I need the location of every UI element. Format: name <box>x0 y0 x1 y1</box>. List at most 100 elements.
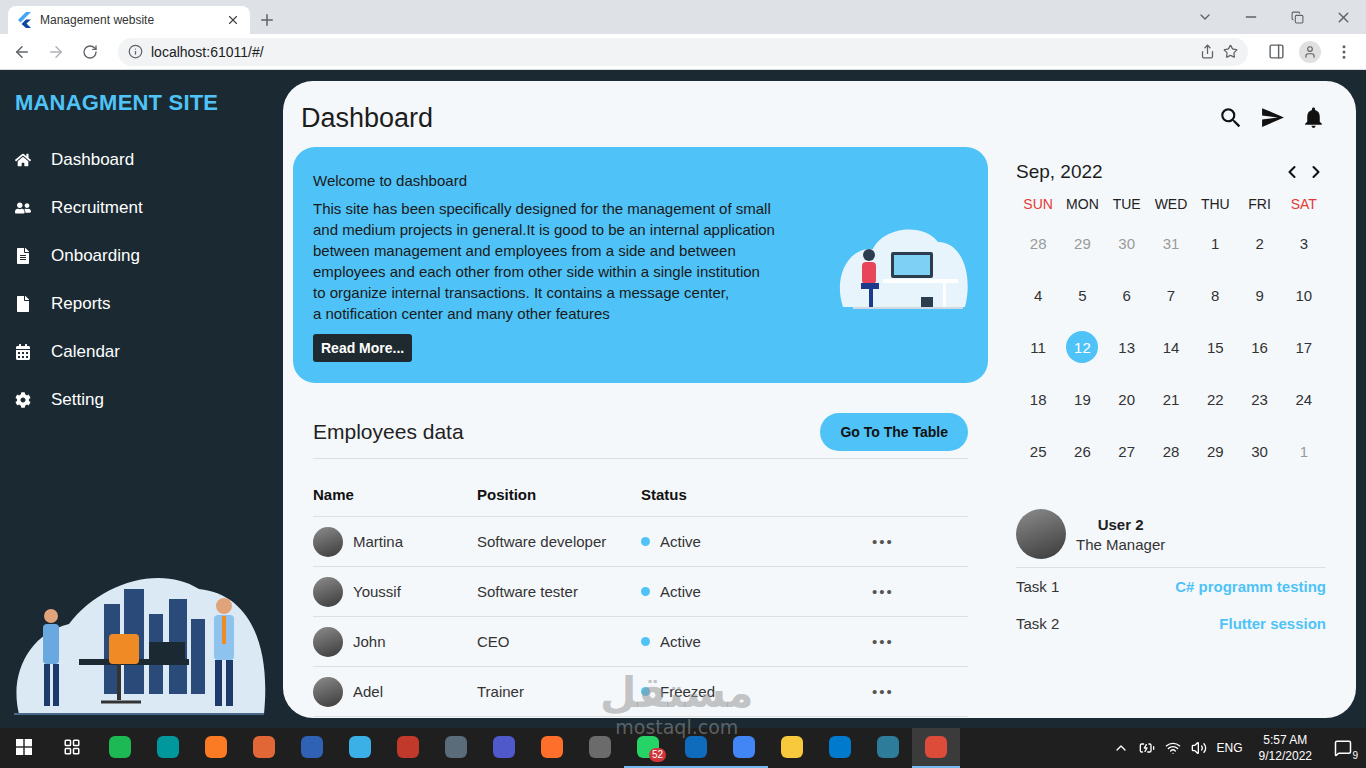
calendar-day[interactable]: 25 <box>1016 425 1060 477</box>
calendar-day[interactable]: 24 <box>1282 373 1326 425</box>
calendar-day[interactable]: 19 <box>1060 373 1104 425</box>
profile-button[interactable] <box>1296 38 1324 66</box>
clock[interactable]: 5:57 AM9/12/2022 <box>1253 732 1318 764</box>
language-indicator[interactable]: ENG <box>1217 741 1243 755</box>
taskbar-app[interactable] <box>96 728 144 768</box>
calendar-day[interactable]: 16 <box>1237 321 1281 373</box>
row-menu-button[interactable]: ••• <box>872 683 968 700</box>
calendar-day[interactable]: 10 <box>1282 269 1326 321</box>
battery-icon[interactable] <box>1139 740 1155 756</box>
calendar-day[interactable]: 7 <box>1149 269 1193 321</box>
send-icon[interactable] <box>1260 105 1285 130</box>
side-panel-button[interactable] <box>1262 38 1290 66</box>
sidebar-item[interactable]: Calendar <box>15 328 283 376</box>
row-menu-button[interactable]: ••• <box>872 533 968 550</box>
taskbar-app[interactable] <box>816 728 864 768</box>
menu-button[interactable] <box>1330 38 1358 66</box>
calendar-day[interactable]: 6 <box>1105 269 1149 321</box>
new-tab-button[interactable] <box>250 6 284 34</box>
calendar-day[interactable]: 11 <box>1016 321 1060 373</box>
sidebar-item[interactable]: Dashboard <box>15 136 283 184</box>
calendar-day[interactable]: 29 <box>1193 425 1237 477</box>
taskbar-app[interactable] <box>144 728 192 768</box>
taskbar-app[interactable] <box>864 728 912 768</box>
sidebar-item[interactable]: Onboarding <box>15 232 283 280</box>
table-row[interactable]: AdelTrainerFreezed••• <box>313 667 968 717</box>
browser-tab[interactable]: Management website <box>8 6 250 34</box>
calendar-day[interactable]: 28 <box>1016 217 1060 269</box>
table-row[interactable]: YoussifSoftware testerActive••• <box>313 567 968 617</box>
taskbar-app[interactable] <box>336 728 384 768</box>
sidebar-item[interactable]: Setting <box>15 376 283 424</box>
calendar-day[interactable]: 2 <box>1237 217 1281 269</box>
taskbar-app[interactable] <box>480 728 528 768</box>
taskbar-app[interactable] <box>912 728 960 768</box>
calendar-day[interactable]: 13 <box>1105 321 1149 373</box>
calendar-day[interactable]: 18 <box>1016 373 1060 425</box>
forward-button[interactable] <box>42 38 70 66</box>
wifi-icon[interactable] <box>1165 740 1181 756</box>
calendar-day[interactable]: 26 <box>1060 425 1104 477</box>
chevron-right-icon[interactable] <box>1306 162 1326 182</box>
taskbar-app[interactable] <box>672 728 720 768</box>
volume-icon[interactable] <box>1191 740 1207 756</box>
calendar-day[interactable]: 15 <box>1193 321 1237 373</box>
sidebar-item[interactable]: Recruitment <box>15 184 283 232</box>
search-icon[interactable] <box>1218 105 1244 131</box>
share-icon[interactable] <box>1200 44 1215 59</box>
calendar-day[interactable]: 29 <box>1060 217 1104 269</box>
start-button[interactable] <box>0 728 48 768</box>
calendar-day[interactable]: 31 <box>1149 217 1193 269</box>
calendar-day[interactable]: 12 <box>1060 321 1104 373</box>
tab-search-button[interactable] <box>1182 0 1228 34</box>
notification-button[interactable]: 9 <box>1328 739 1358 757</box>
calendar-day[interactable]: 17 <box>1282 321 1326 373</box>
task-view-button[interactable] <box>48 728 96 768</box>
taskbar-app[interactable] <box>384 728 432 768</box>
taskbar-app[interactable] <box>576 728 624 768</box>
taskbar-app[interactable] <box>288 728 336 768</box>
minimize-button[interactable] <box>1228 0 1274 34</box>
go-to-table-button[interactable]: Go To The Table <box>820 413 968 451</box>
calendar-day[interactable]: 30 <box>1237 425 1281 477</box>
close-icon[interactable] <box>226 13 240 27</box>
reload-button[interactable] <box>76 38 104 66</box>
table-row[interactable]: JohnCEOActive••• <box>313 617 968 667</box>
calendar-day[interactable]: 1 <box>1282 425 1326 477</box>
calendar-day[interactable]: 23 <box>1237 373 1281 425</box>
calendar-day[interactable]: 14 <box>1149 321 1193 373</box>
sidebar-item[interactable]: Reports <box>15 280 283 328</box>
chevron-up-icon[interactable] <box>1113 740 1129 756</box>
table-row[interactable]: MartinaSoftware developerActive••• <box>313 517 968 567</box>
taskbar-app[interactable] <box>432 728 480 768</box>
calendar-day[interactable]: 27 <box>1105 425 1149 477</box>
taskbar-app[interactable] <box>240 728 288 768</box>
calendar-day[interactable]: 28 <box>1149 425 1193 477</box>
bell-icon[interactable] <box>1301 105 1326 130</box>
calendar-day[interactable]: 9 <box>1237 269 1281 321</box>
row-menu-button[interactable]: ••• <box>872 633 968 650</box>
calendar-day[interactable]: 22 <box>1193 373 1237 425</box>
task-row[interactable]: Task 1C# programm testing <box>1016 568 1326 605</box>
address-bar[interactable]: localhost:61011/#/ <box>118 38 1248 66</box>
calendar-day[interactable]: 8 <box>1193 269 1237 321</box>
taskbar-app[interactable] <box>528 728 576 768</box>
calendar-day[interactable]: 20 <box>1105 373 1149 425</box>
star-icon[interactable] <box>1223 44 1238 59</box>
taskbar-app[interactable] <box>192 728 240 768</box>
calendar-day[interactable]: 30 <box>1105 217 1149 269</box>
calendar-day[interactable]: 1 <box>1193 217 1237 269</box>
calendar-day[interactable]: 21 <box>1149 373 1193 425</box>
calendar-day[interactable]: 4 <box>1016 269 1060 321</box>
taskbar-app[interactable] <box>720 728 768 768</box>
taskbar-app[interactable] <box>768 728 816 768</box>
row-menu-button[interactable]: ••• <box>872 583 968 600</box>
taskbar-app[interactable]: 52 <box>624 728 672 768</box>
calendar-day[interactable]: 3 <box>1282 217 1326 269</box>
task-row[interactable]: Task 2Flutter session <box>1016 605 1326 642</box>
chevron-left-icon[interactable] <box>1282 162 1302 182</box>
restore-button[interactable] <box>1274 0 1320 34</box>
read-more-button[interactable]: Read More... <box>313 334 412 362</box>
back-button[interactable] <box>8 38 36 66</box>
close-window-button[interactable] <box>1320 0 1366 34</box>
